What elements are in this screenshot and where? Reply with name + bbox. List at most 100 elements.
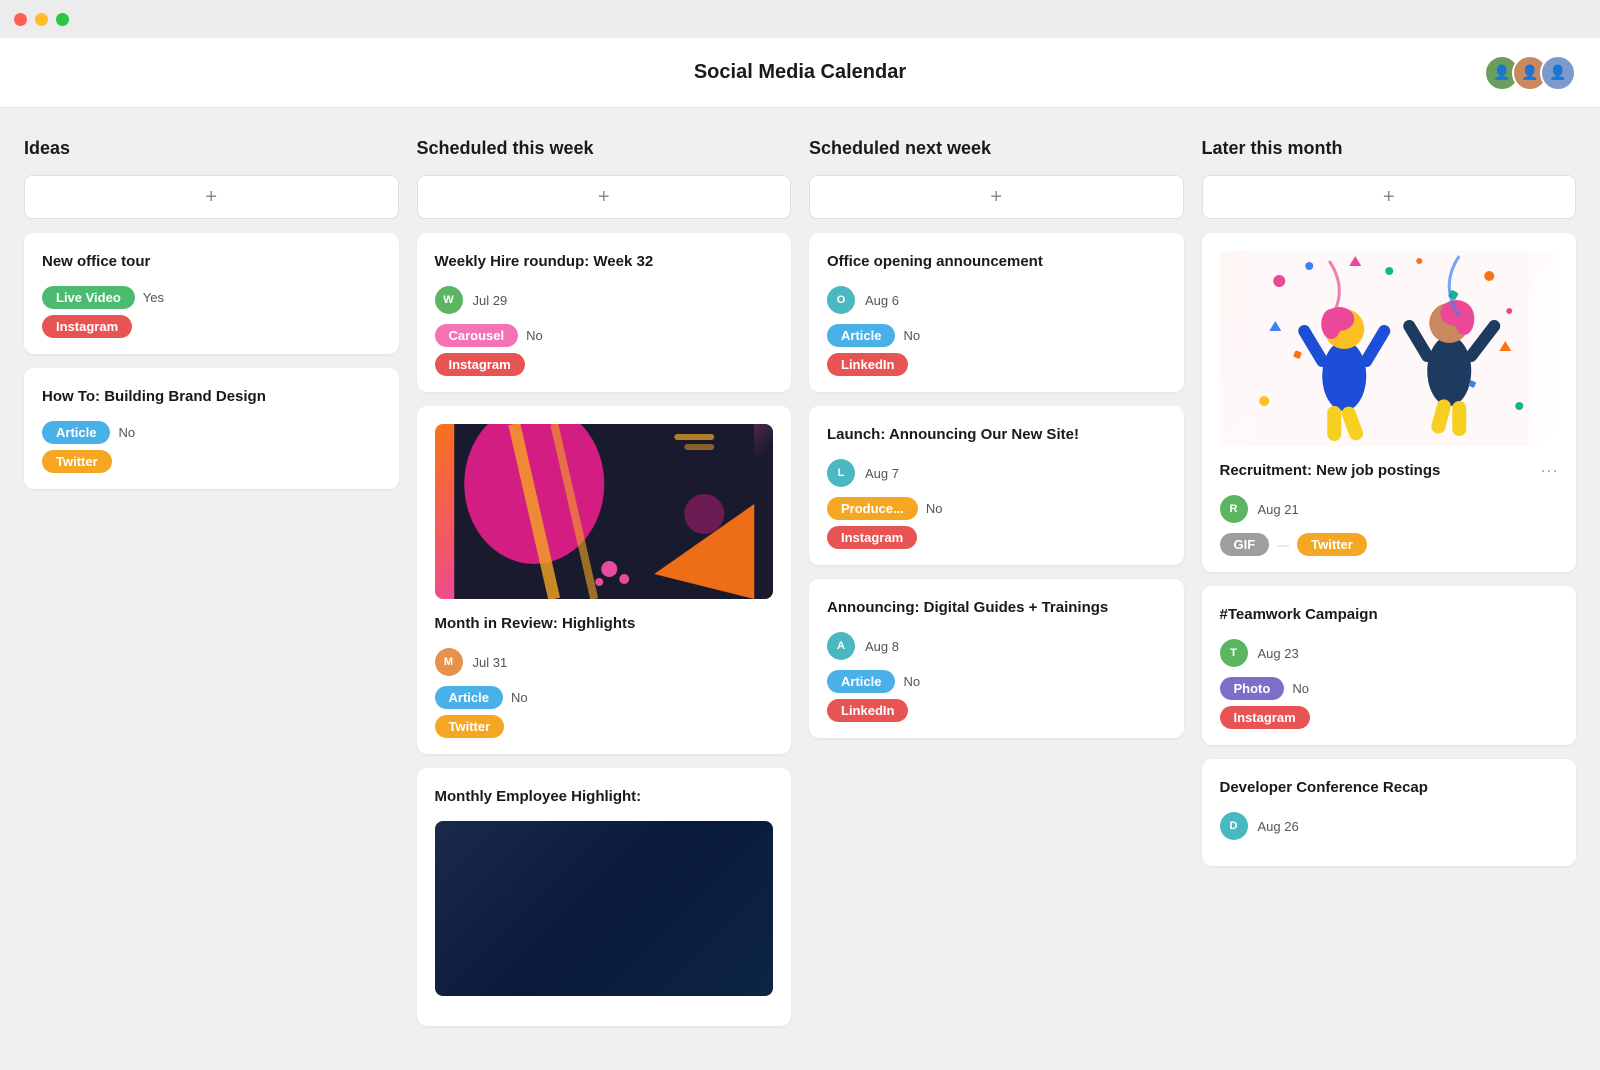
tag-twitter[interactable]: Twitter: [42, 450, 112, 473]
card-month-in-review: Month in Review: Highlights M Jul 31 Art…: [417, 406, 792, 754]
card-brand-design: How To: Building Brand Design Article No…: [24, 368, 399, 489]
tags-row-2: LinkedIn: [827, 699, 1166, 722]
card-title: Launch: Announcing Our New Site!: [827, 424, 1166, 445]
card-recruitment: Recruitment: New job postings ··· R Aug …: [1202, 233, 1577, 572]
card-meta: T Aug 23: [1220, 639, 1559, 667]
yes-no-value: No: [926, 501, 943, 516]
tag-carousel[interactable]: Carousel: [435, 324, 519, 347]
tag-linkedin[interactable]: LinkedIn: [827, 699, 908, 722]
tag-article[interactable]: Article: [827, 670, 895, 693]
tags-row-2: Instagram: [1220, 706, 1559, 729]
date: Aug 23: [1258, 646, 1299, 661]
separator: —: [1277, 538, 1289, 552]
card-new-office-tour: New office tour Live Video Yes Instagram: [24, 233, 399, 354]
card-title: Month in Review: Highlights: [435, 613, 774, 634]
card-meta: W Jul 29: [435, 286, 774, 314]
card-title: Announcing: Digital Guides + Trainings: [827, 597, 1166, 618]
card-digital-guides: Announcing: Digital Guides + Trainings A…: [809, 579, 1184, 738]
tag-linkedin[interactable]: LinkedIn: [827, 353, 908, 376]
tag-instagram[interactable]: Instagram: [42, 315, 132, 338]
card-dev-conference: Developer Conference Recap D Aug 26: [1202, 759, 1577, 866]
avatar: M: [435, 648, 463, 676]
tag-twitter[interactable]: Twitter: [435, 715, 505, 738]
tag-article[interactable]: Article: [435, 686, 503, 709]
tag-live-video[interactable]: Live Video: [42, 286, 135, 309]
avatars-group: 👤 👤 👤: [1492, 55, 1576, 91]
card-title: Recruitment: New job postings: [1220, 460, 1441, 481]
column-scheduled-this-week: Scheduled this week + Weekly Hire roundu…: [417, 138, 792, 1040]
card-weekly-hire: Weekly Hire roundup: Week 32 W Jul 29 Ca…: [417, 233, 792, 392]
column-scheduled-next-week-header: Scheduled next week: [809, 138, 1184, 159]
tag-instagram[interactable]: Instagram: [1220, 706, 1310, 729]
tag-gif[interactable]: GIF: [1220, 533, 1270, 556]
date: Aug 7: [865, 466, 899, 481]
yes-no-value: No: [526, 328, 543, 343]
column-ideas-header: Ideas: [24, 138, 399, 159]
card-title: Monthly Employee Highlight:: [435, 786, 774, 807]
maximize-dot[interactable]: [56, 13, 69, 26]
avatar-3[interactable]: 👤: [1540, 55, 1576, 91]
column-later-this-month: Later this month +: [1202, 138, 1577, 880]
titlebar: [0, 0, 1600, 38]
add-card-later-month[interactable]: +: [1202, 175, 1577, 219]
tag-instagram[interactable]: Instagram: [827, 526, 917, 549]
add-card-this-week[interactable]: +: [417, 175, 792, 219]
date: Aug 8: [865, 639, 899, 654]
avatar: D: [1220, 812, 1248, 840]
close-dot[interactable]: [14, 13, 27, 26]
minimize-dot[interactable]: [35, 13, 48, 26]
tags-row: Photo No: [1220, 677, 1559, 700]
column-scheduled-next-week: Scheduled next week + Office opening ann…: [809, 138, 1184, 752]
tags-row-2: LinkedIn: [827, 353, 1166, 376]
card-title: Developer Conference Recap: [1220, 777, 1559, 798]
tag-photo[interactable]: Photo: [1220, 677, 1285, 700]
date: Aug 21: [1258, 502, 1299, 517]
card-meta: O Aug 6: [827, 286, 1166, 314]
avatar: W: [435, 286, 463, 314]
tags-row: Article No: [827, 670, 1166, 693]
tag-article[interactable]: Article: [827, 324, 895, 347]
card-meta: D Aug 26: [1220, 812, 1559, 840]
tag-produce[interactable]: Produce...: [827, 497, 918, 520]
yes-no-value: Yes: [143, 290, 164, 305]
avatar: O: [827, 286, 855, 314]
tags-row-2: Instagram: [435, 353, 774, 376]
card-meta: M Jul 31: [435, 648, 774, 676]
add-card-ideas[interactable]: +: [24, 175, 399, 219]
avatar: L: [827, 459, 855, 487]
tags-row-2: Instagram: [827, 526, 1166, 549]
tags-row: GIF — Twitter: [1220, 533, 1559, 556]
card-menu-button[interactable]: ···: [1540, 460, 1558, 481]
date: Jul 29: [473, 293, 508, 308]
yes-no-value: No: [118, 425, 135, 440]
card-title: How To: Building Brand Design: [42, 386, 381, 407]
tags-row-2: Twitter: [435, 715, 774, 738]
tag-instagram[interactable]: Instagram: [435, 353, 525, 376]
yes-no-value: No: [511, 690, 528, 705]
date: Aug 26: [1258, 819, 1299, 834]
tags-row-2: Instagram: [42, 315, 381, 338]
yes-no-value: No: [903, 328, 920, 343]
card-monthly-employee: Monthly Employee Highlight:: [417, 768, 792, 1026]
avatar: A: [827, 632, 855, 660]
card-image: [435, 424, 774, 599]
yes-no-value: No: [903, 674, 920, 689]
card-image-colorful: [435, 424, 774, 599]
tags-row: Produce... No: [827, 497, 1166, 520]
tags-row: Carousel No: [435, 324, 774, 347]
tags-row: Live Video Yes: [42, 286, 381, 309]
tag-article[interactable]: Article: [42, 421, 110, 444]
tags-row-2: Twitter: [42, 450, 381, 473]
card-meta: A Aug 8: [827, 632, 1166, 660]
add-card-next-week[interactable]: +: [809, 175, 1184, 219]
card-meta: L Aug 7: [827, 459, 1166, 487]
tag-twitter[interactable]: Twitter: [1297, 533, 1367, 556]
card-image-dark: [435, 821, 774, 996]
date: Aug 6: [865, 293, 899, 308]
column-ideas: Ideas + New office tour Live Video Yes I…: [24, 138, 399, 503]
card-launch-new-site: Launch: Announcing Our New Site! L Aug 7…: [809, 406, 1184, 565]
card-meta: R Aug 21: [1220, 495, 1559, 523]
card-teamwork-campaign: #Teamwork Campaign T Aug 23 Photo No Ins…: [1202, 586, 1577, 745]
card-title: Weekly Hire roundup: Week 32: [435, 251, 774, 272]
avatar: T: [1220, 639, 1248, 667]
